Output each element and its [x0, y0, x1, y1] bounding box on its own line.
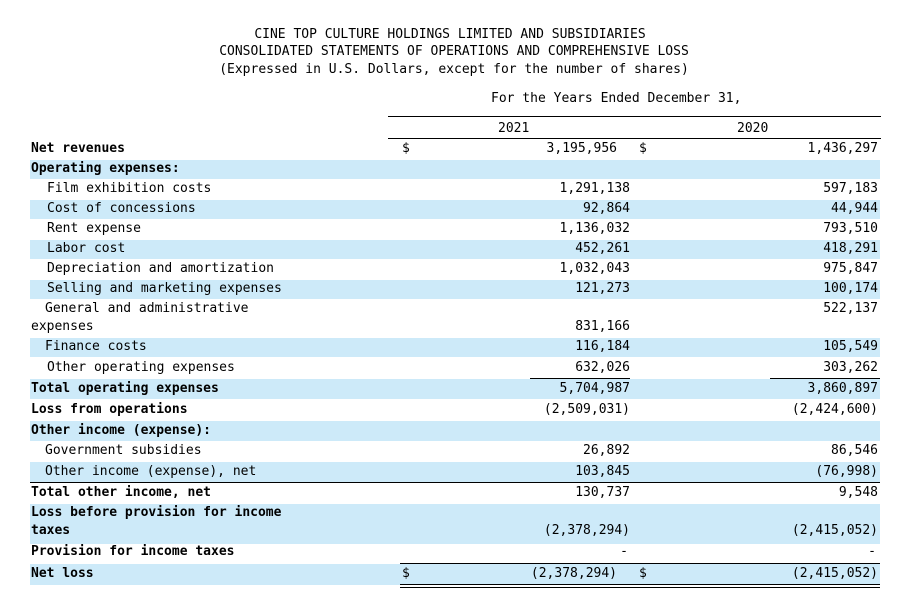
value-2020: 597,183: [823, 181, 878, 196]
statement-title: CONSOLIDATED STATEMENTS OF OPERATIONS AN…: [219, 44, 689, 59]
value-2020: 86,546: [831, 443, 878, 458]
year-2020-heading: 2020: [737, 121, 769, 136]
row-label: Rent expense: [47, 221, 141, 236]
value-2021: 452,261: [575, 241, 630, 256]
row-label: Film exhibition costs: [47, 181, 212, 196]
row-other-income-heading: Other income (expense):: [30, 421, 880, 441]
subtotal-rule-2021: [530, 378, 630, 379]
row-label-line2: expenses: [31, 319, 94, 334]
value-2020: (76,998): [815, 464, 878, 479]
row-label-line1: Loss before provision for income: [31, 505, 282, 520]
row-loss-from-operations: Loss from operations (2,509,031) (2,424,…: [30, 400, 880, 420]
value-2021: 1,291,138: [559, 181, 630, 196]
value-2020: 793,510: [823, 221, 878, 236]
row-label: Net revenues: [31, 141, 125, 156]
row-other-income-net: Other income (expense), net 103,845 (76,…: [30, 462, 880, 482]
row-government-subsidies: Government subsidies 26,892 86,546: [30, 442, 880, 462]
row-general-administrative-expenses: General and administrative expenses 831,…: [30, 300, 880, 337]
row-label: Finance costs: [45, 339, 147, 354]
row-label: Labor cost: [47, 241, 126, 256]
row-net-revenues: Net revenues $ 3,195,956 $ 1,436,297: [30, 140, 880, 159]
row-cost-of-concessions: Cost of concessions 92,864 44,944: [30, 200, 880, 219]
row-total-other-income: Total other income, net 130,737 9,548: [30, 483, 880, 503]
value-2021: 92,864: [583, 201, 630, 216]
row-label: Net loss: [31, 566, 94, 581]
value-2021: (2,509,031): [543, 402, 630, 417]
dollar-sign: $: [639, 141, 647, 156]
row-operating-expenses-heading: Operating expenses:: [30, 160, 880, 179]
year-rule-2021: [388, 138, 638, 139]
value-2021: 26,892: [583, 443, 630, 458]
value-2021: 1,032,043: [559, 261, 630, 276]
value-2020: 303,262: [823, 360, 878, 375]
value-2020: 44,944: [831, 201, 878, 216]
dollar-sign: $: [402, 566, 410, 581]
row-label-line1: General and administrative: [45, 301, 249, 316]
value-2020: 975,847: [823, 261, 878, 276]
subtotal-rule-2020: [770, 378, 880, 379]
value-2021: 632,026: [575, 360, 630, 375]
row-loss-before-taxes: Loss before provision for income taxes (…: [30, 504, 880, 544]
value-2020: (2,415,052): [791, 566, 878, 581]
value-2020: (2,415,052): [791, 523, 878, 538]
value-2020: 522,137: [823, 301, 878, 316]
value-2020: 3,860,897: [807, 381, 878, 396]
net-loss-top-rule: [400, 563, 880, 564]
double-rule-top: [400, 584, 880, 585]
dollar-sign: $: [639, 566, 647, 581]
value-2021: 5,704,987: [559, 381, 630, 396]
row-label: Depreciation and amortization: [47, 261, 274, 276]
row-finance-costs: Finance costs 116,184 105,549: [30, 338, 880, 357]
value-2021: 3,195,956: [546, 141, 617, 156]
row-film-exhibition-costs: Film exhibition costs 1,291,138 597,183: [30, 180, 880, 199]
dollar-sign: $: [402, 141, 410, 156]
period-heading: For the Years Ended December 31,: [491, 91, 742, 106]
value-2021: 1,136,032: [559, 221, 630, 236]
row-depreciation-amortization: Depreciation and amortization 1,032,043 …: [30, 260, 880, 279]
row-total-operating-expenses: Total operating expenses 5,704,987 3,860…: [30, 379, 880, 399]
row-label-line2: taxes: [31, 523, 71, 538]
value-2020: -: [868, 544, 876, 559]
value-2021: 121,273: [575, 281, 630, 296]
year-2021-heading: 2021: [498, 121, 530, 136]
row-selling-marketing-expenses: Selling and marketing expenses 121,273 1…: [30, 280, 880, 299]
double-rule-bottom: [400, 587, 880, 588]
period-rule-2021: [388, 116, 638, 117]
row-rent-expense: Rent expense 1,136,032 793,510: [30, 220, 880, 239]
value-2021: -: [620, 544, 628, 559]
value-2021: (2,378,294): [543, 523, 630, 538]
value-2021: (2,378,294): [530, 566, 617, 581]
row-other-operating-expenses: Other operating expenses 632,026 303,262: [30, 358, 880, 378]
row-label: Operating expenses:: [31, 161, 180, 176]
row-label: Total operating expenses: [31, 381, 219, 396]
value-2020: 1,436,297: [807, 141, 878, 156]
row-label: Other income (expense):: [31, 423, 212, 438]
row-label: Other operating expenses: [47, 360, 235, 375]
value-2021: 130,737: [575, 485, 630, 500]
value-2020: (2,424,600): [791, 402, 878, 417]
value-2021: 116,184: [575, 339, 630, 354]
value-2020: 9,548: [838, 485, 878, 500]
value-2020: 100,174: [823, 281, 878, 296]
value-2020: 105,549: [823, 339, 878, 354]
statement-subtitle: (Expressed in U.S. Dollars, except for t…: [219, 62, 689, 77]
value-2021: 103,845: [575, 464, 630, 479]
year-rule-2020: [638, 138, 881, 139]
row-labor-cost: Labor cost 452,261 418,291: [30, 240, 880, 259]
row-provision-for-income-taxes: Provision for income taxes - -: [30, 544, 880, 564]
total-rule: [30, 482, 880, 483]
row-label: Loss from operations: [31, 402, 188, 417]
period-rule-2020: [638, 116, 881, 117]
company-name: CINE TOP CULTURE HOLDINGS LIMITED AND SU…: [254, 27, 646, 42]
row-label: Total other income, net: [31, 485, 212, 500]
value-2020: 418,291: [823, 241, 878, 256]
row-label: Provision for income taxes: [31, 544, 235, 559]
row-label: Cost of concessions: [47, 201, 196, 216]
row-label: Government subsidies: [45, 443, 202, 458]
row-label: Selling and marketing expenses: [47, 281, 282, 296]
row-label: Other income (expense), net: [45, 464, 257, 479]
value-2021: 831,166: [575, 319, 630, 334]
row-net-loss: Net loss $ (2,378,294) $ (2,415,052): [30, 564, 880, 585]
